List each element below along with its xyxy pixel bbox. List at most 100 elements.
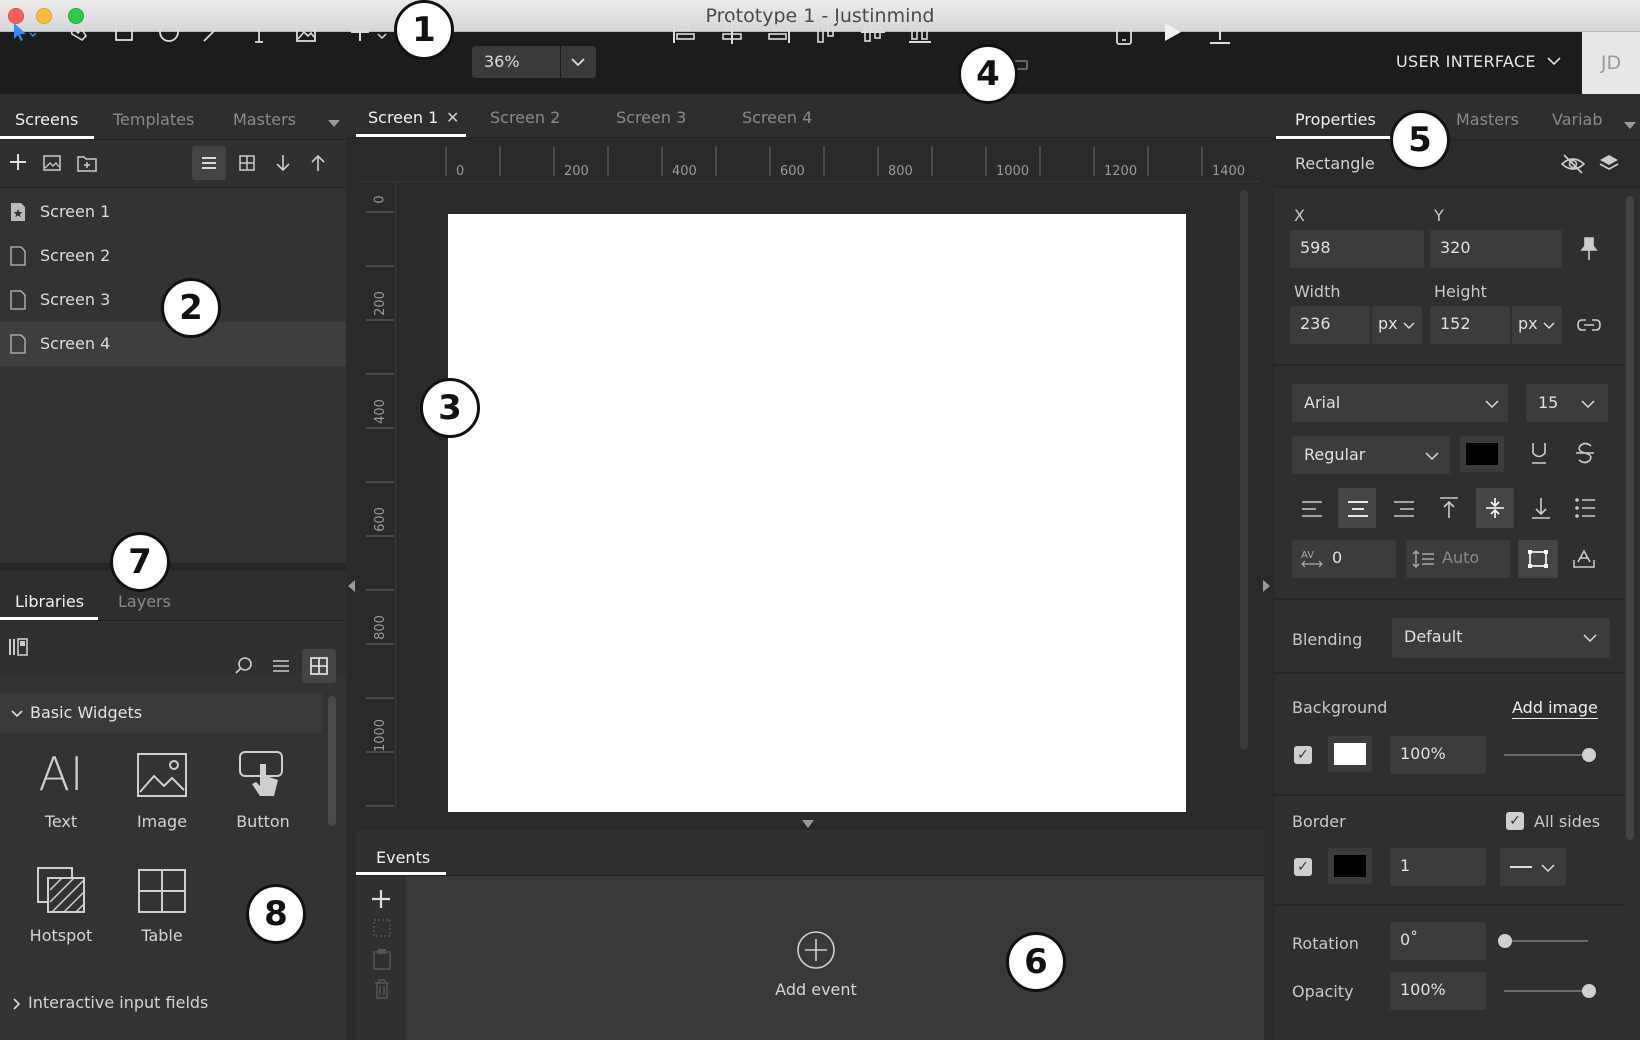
- move-down-icon[interactable]: [274, 153, 292, 177]
- tab-variables[interactable]: Variab: [1552, 110, 1603, 129]
- align-bottom-icon[interactable]: [904, 16, 936, 48]
- tab-events[interactable]: Events: [376, 848, 430, 867]
- font-family-select[interactable]: Arial: [1292, 384, 1508, 422]
- collapse-left-icon[interactable]: [348, 580, 355, 592]
- list-view-icon[interactable]: [272, 657, 290, 679]
- select-tool-icon[interactable]: [8, 16, 40, 48]
- scrollbar[interactable]: [328, 696, 336, 826]
- button-widget-icon[interactable]: [238, 750, 288, 804]
- tab-screen-4[interactable]: Screen 4: [742, 108, 812, 127]
- text-baseline-icon[interactable]: [1572, 548, 1596, 574]
- list-item[interactable]: Screen 2: [0, 234, 346, 278]
- vertical-align-bottom-icon[interactable]: [1530, 496, 1552, 524]
- panel-menu-triangle-icon[interactable]: [1624, 122, 1636, 129]
- close-tab-icon[interactable]: ✕: [446, 108, 459, 127]
- height-field[interactable]: 152: [1430, 306, 1510, 344]
- collapse-right-icon[interactable]: [1263, 580, 1270, 592]
- add-event-icon[interactable]: [796, 930, 836, 974]
- export-upload-icon[interactable]: [1204, 16, 1236, 48]
- all-sides-checkbox[interactable]: ✓: [1506, 812, 1524, 830]
- interactive-input-fields-group[interactable]: Interactive input fields: [28, 993, 208, 1012]
- align-text-left-icon[interactable]: [1300, 498, 1324, 524]
- screen-canvas[interactable]: [448, 214, 1186, 812]
- tab-libraries[interactable]: Libraries: [15, 592, 84, 611]
- border-color-picker[interactable]: [1328, 848, 1372, 884]
- list-item[interactable]: Screen 1: [0, 190, 346, 234]
- move-up-icon[interactable]: [309, 153, 327, 177]
- ellipse-tool-icon[interactable]: [153, 16, 185, 48]
- text-tool-icon[interactable]: [243, 16, 275, 48]
- hotspot-widget-icon[interactable]: [36, 866, 88, 918]
- opacity-slider[interactable]: [1504, 990, 1588, 992]
- tab-screen-2[interactable]: Screen 2: [490, 108, 560, 127]
- add-folder-icon[interactable]: [76, 153, 98, 177]
- align-top-icon[interactable]: [810, 16, 842, 48]
- rotation-field[interactable]: 0˚: [1390, 922, 1486, 960]
- align-middle-vertical-icon[interactable]: [857, 16, 889, 48]
- tab-screen-3[interactable]: Screen 3: [616, 108, 686, 127]
- chevron-down-icon[interactable]: [568, 52, 588, 76]
- background-opacity-field[interactable]: 100%: [1390, 736, 1486, 774]
- collapse-bottom-icon[interactable]: [802, 820, 814, 828]
- background-color-picker[interactable]: [1328, 736, 1372, 772]
- text-widget-icon[interactable]: AI: [30, 748, 92, 800]
- library-books-icon[interactable]: [8, 636, 30, 662]
- slider-knob[interactable]: [1498, 934, 1512, 948]
- tab-screens[interactable]: Screens: [15, 110, 78, 129]
- text-color-picker[interactable]: [1460, 436, 1504, 472]
- underline-icon[interactable]: [1528, 440, 1550, 470]
- delete-event-icon[interactable]: [372, 978, 392, 1004]
- add-widget-icon[interactable]: [346, 16, 396, 48]
- blending-select[interactable]: Default: [1392, 618, 1610, 658]
- image-widget-icon[interactable]: [136, 752, 188, 802]
- ui-mode-dropdown[interactable]: USER INTERFACE: [1396, 46, 1536, 78]
- y-field[interactable]: 320: [1430, 230, 1562, 268]
- image-tool-icon[interactable]: [290, 16, 322, 48]
- pen-tool-icon[interactable]: [62, 16, 94, 48]
- tab-layers[interactable]: Layers: [118, 592, 171, 611]
- strikethrough-icon[interactable]: [1574, 440, 1596, 470]
- user-avatar[interactable]: JD: [1582, 32, 1640, 94]
- simulate-play-icon[interactable]: [1156, 16, 1188, 48]
- bullet-list-icon[interactable]: [1574, 496, 1596, 524]
- device-mobile-icon[interactable]: [1108, 16, 1140, 48]
- line-tool-icon[interactable]: [197, 16, 229, 48]
- hide-eye-icon[interactable]: [1560, 153, 1586, 179]
- scrollbar[interactable]: [1240, 190, 1248, 750]
- align-center-horizontal-icon[interactable]: [716, 16, 748, 48]
- tab-masters[interactable]: Masters: [1456, 110, 1519, 129]
- border-checkbox[interactable]: ✓: [1294, 858, 1312, 876]
- tab-properties[interactable]: Properties: [1295, 110, 1376, 129]
- add-image-link[interactable]: Add image: [1512, 698, 1598, 719]
- background-opacity-slider[interactable]: [1504, 754, 1588, 756]
- opacity-field[interactable]: 100%: [1390, 972, 1486, 1010]
- align-text-right-icon[interactable]: [1392, 498, 1416, 524]
- panel-menu-triangle-icon[interactable]: [328, 120, 340, 127]
- add-image-screen-icon[interactable]: [42, 154, 62, 176]
- rectangle-tool-icon[interactable]: [108, 16, 140, 48]
- slider-knob[interactable]: [1582, 984, 1596, 998]
- width-field[interactable]: 236: [1290, 306, 1370, 344]
- vertical-align-top-icon[interactable]: [1438, 496, 1460, 524]
- add-screen-icon[interactable]: [8, 152, 28, 177]
- copy-event-icon[interactable]: [372, 918, 392, 942]
- add-icon[interactable]: [370, 888, 392, 914]
- grid-view-icon[interactable]: [238, 154, 256, 176]
- background-checkbox[interactable]: ✓: [1294, 746, 1312, 764]
- tab-masters[interactable]: Masters: [233, 110, 296, 129]
- pin-icon[interactable]: [1578, 236, 1600, 266]
- align-left-icon[interactable]: [668, 16, 700, 48]
- tab-templates[interactable]: Templates: [113, 110, 194, 129]
- tab-screen-1[interactable]: Screen 1: [368, 108, 438, 127]
- link-proportions-icon[interactable]: [1576, 316, 1602, 338]
- rotation-slider[interactable]: [1504, 940, 1588, 942]
- panel-splitter[interactable]: [0, 563, 346, 571]
- search-icon[interactable]: [234, 656, 254, 680]
- layers-icon[interactable]: [1598, 153, 1620, 179]
- align-right-icon[interactable]: [763, 16, 795, 48]
- slider-knob[interactable]: [1582, 748, 1596, 762]
- scrollbar[interactable]: [1626, 196, 1634, 840]
- chevron-down-icon[interactable]: [1545, 52, 1563, 74]
- table-widget-icon[interactable]: [137, 868, 187, 918]
- add-event-label[interactable]: Add event: [756, 980, 876, 999]
